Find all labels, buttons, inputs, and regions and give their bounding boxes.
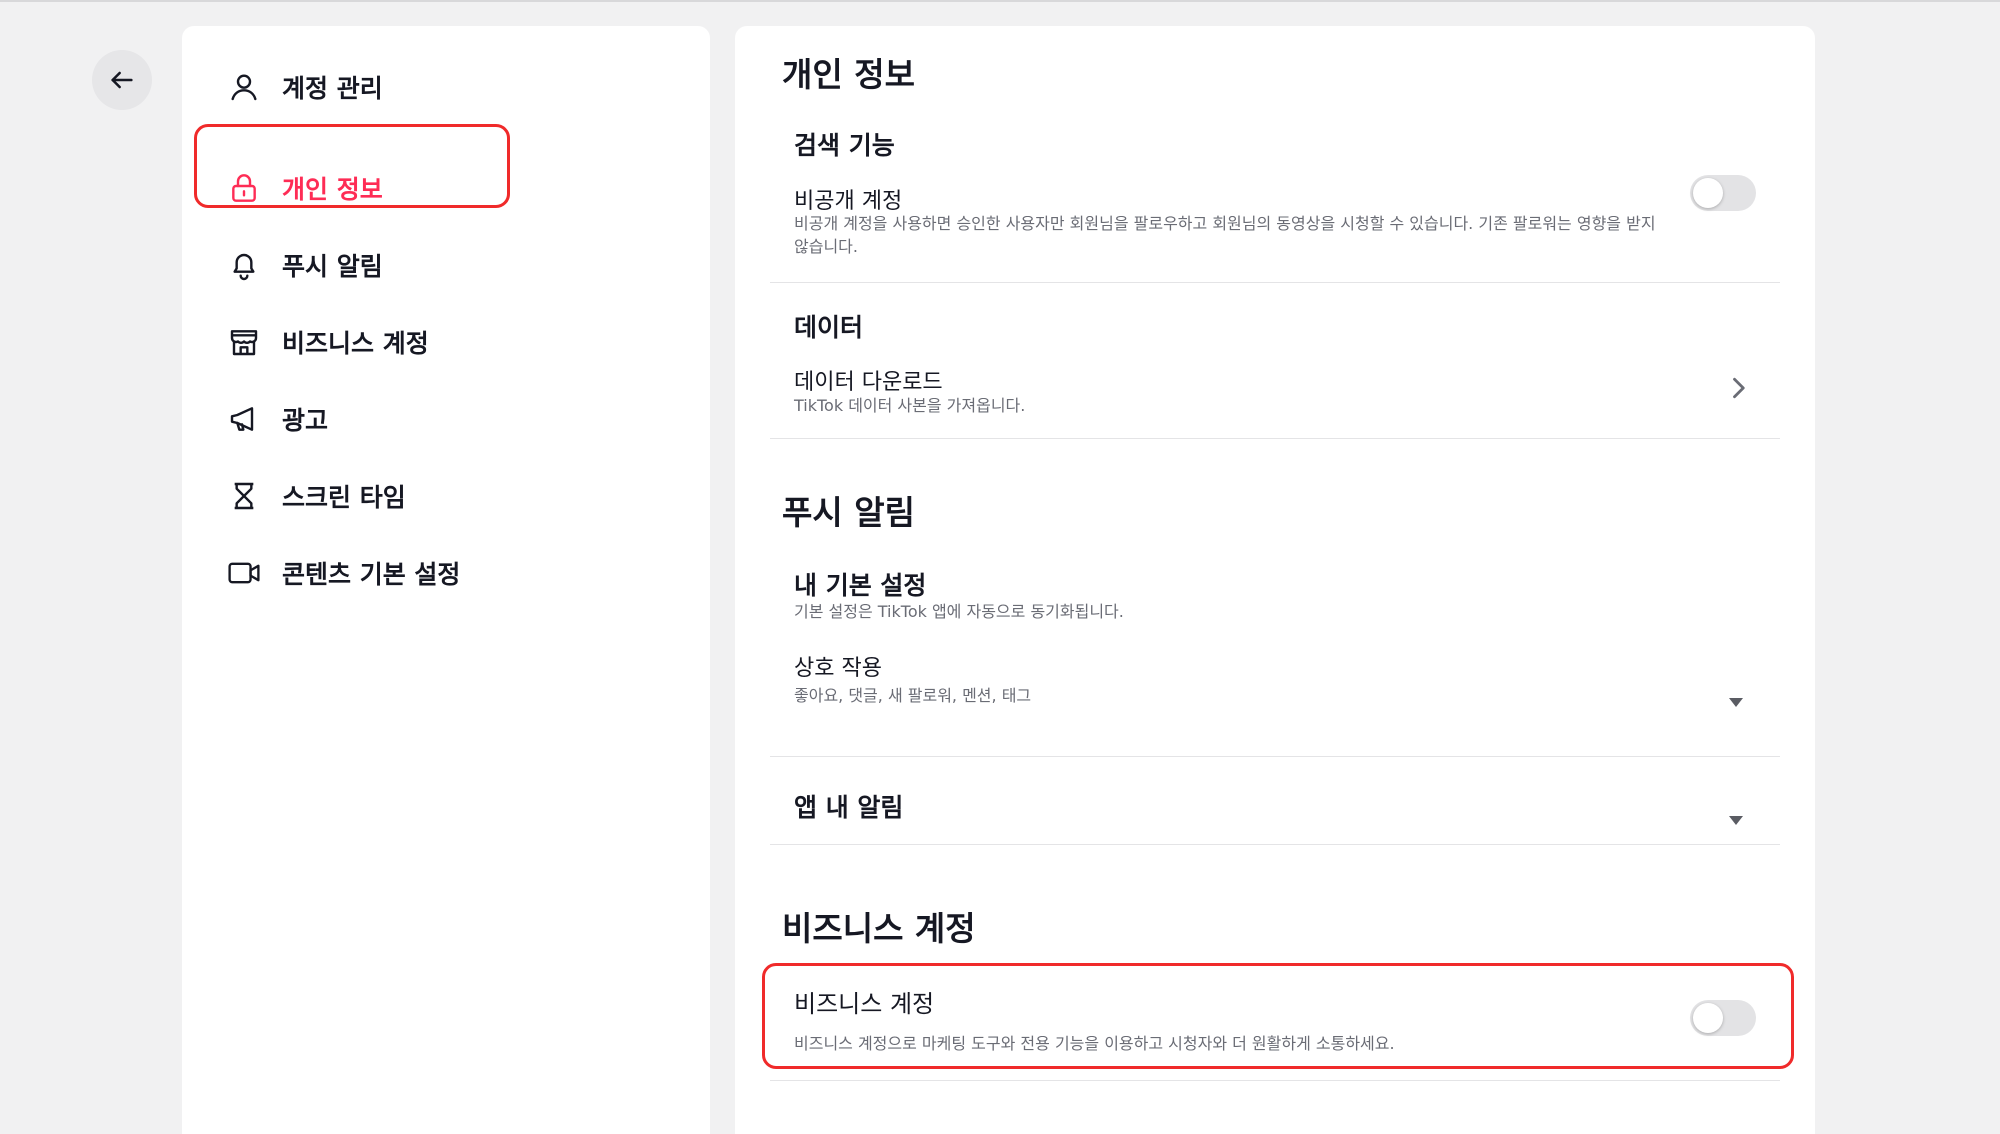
interactions-description: 좋아요, 댓글, 새 팔로워, 멘션, 태그 bbox=[794, 686, 1032, 705]
preferences-description: 기본 설정은 TikTok 앱에 자동으로 동기화됩니다. bbox=[794, 602, 1124, 621]
business-account-title: 비즈니스 계정 bbox=[794, 990, 935, 1018]
toggle-knob bbox=[1693, 178, 1723, 208]
settings-content: 개인 정보 검색 기능 비공개 계정 비공개 계정을 사용하면 승인한 사용자만… bbox=[735, 26, 1815, 1134]
business-section-title: 비즈니스 계정 bbox=[782, 909, 976, 948]
sidebar-item-label: 푸시 알림 bbox=[282, 252, 383, 281]
settings-sidebar: 계정 관리 개인 정보 푸시 알림 비즈니스 계정 광고 스크린 타임 콘텐츠 … bbox=[182, 26, 710, 1134]
private-account-title: 비공개 계정 bbox=[794, 189, 903, 214]
interactions-row[interactable]: 상호 작용 좋아요, 댓글, 새 팔로워, 멘션, 태그 bbox=[770, 646, 1780, 726]
video-camera-icon bbox=[226, 555, 262, 591]
sidebar-item-content-preferences[interactable]: 콘텐츠 기본 설정 bbox=[192, 536, 690, 610]
interactions-title: 상호 작용 bbox=[794, 656, 882, 681]
download-data-row[interactable]: 데이터 다운로드 TikTok 데이터 사본을 가져옵니다. bbox=[770, 356, 1780, 428]
private-account-toggle[interactable] bbox=[1690, 175, 1756, 211]
chevron-down-icon bbox=[1729, 816, 1743, 825]
search-group-title: 검색 기능 bbox=[794, 131, 895, 160]
download-data-description: TikTok 데이터 사본을 가져옵니다. bbox=[794, 396, 1026, 415]
sidebar-item-label: 비즈니스 계정 bbox=[282, 329, 429, 358]
sidebar-item-screen-time[interactable]: 스크린 타임 bbox=[192, 459, 690, 533]
preferences-group-title: 내 기본 설정 bbox=[794, 571, 927, 600]
arrow-left-icon bbox=[111, 71, 133, 89]
sidebar-item-account[interactable]: 계정 관리 bbox=[192, 50, 690, 124]
privacy-highlight-box bbox=[194, 124, 510, 208]
in-app-notifications-row[interactable]: 앱 내 알림 bbox=[770, 786, 1780, 842]
store-icon bbox=[226, 324, 262, 360]
back-button[interactable] bbox=[92, 50, 152, 110]
sidebar-item-label: 스크린 타임 bbox=[282, 483, 406, 512]
sidebar-item-label: 콘텐츠 기본 설정 bbox=[282, 560, 461, 589]
divider bbox=[770, 1080, 1780, 1081]
push-section-title: 푸시 알림 bbox=[782, 493, 915, 532]
sidebar-item-label: 광고 bbox=[282, 406, 329, 435]
chevron-down-icon bbox=[1729, 698, 1743, 707]
in-app-notifications-title: 앱 내 알림 bbox=[794, 793, 904, 822]
privacy-section-title: 개인 정보 bbox=[782, 55, 915, 94]
sidebar-item-ads[interactable]: 광고 bbox=[192, 382, 690, 456]
divider bbox=[770, 282, 1780, 283]
download-data-title: 데이터 다운로드 bbox=[794, 370, 943, 395]
business-account-toggle[interactable] bbox=[1690, 1000, 1756, 1036]
divider bbox=[770, 756, 1780, 757]
bell-icon bbox=[226, 247, 262, 283]
data-group-title: 데이터 bbox=[794, 313, 864, 342]
private-account-description: 비공개 계정을 사용하면 승인한 사용자만 회원님을 팔로우하고 회원님의 동영… bbox=[794, 214, 1656, 256]
sidebar-item-push[interactable]: 푸시 알림 bbox=[192, 228, 690, 302]
divider bbox=[770, 438, 1780, 439]
toggle-knob bbox=[1693, 1003, 1723, 1033]
chevron-right-icon bbox=[1733, 377, 1745, 399]
business-account-description: 비즈니스 계정으로 마케팅 도구와 전용 기능을 이용하고 시청자와 더 원활하… bbox=[794, 1034, 1395, 1053]
hourglass-icon bbox=[226, 478, 262, 514]
sidebar-item-label: 계정 관리 bbox=[282, 74, 383, 103]
megaphone-icon bbox=[226, 401, 262, 437]
sidebar-item-business[interactable]: 비즈니스 계정 bbox=[192, 305, 690, 379]
divider bbox=[770, 844, 1780, 845]
person-icon bbox=[226, 69, 262, 105]
